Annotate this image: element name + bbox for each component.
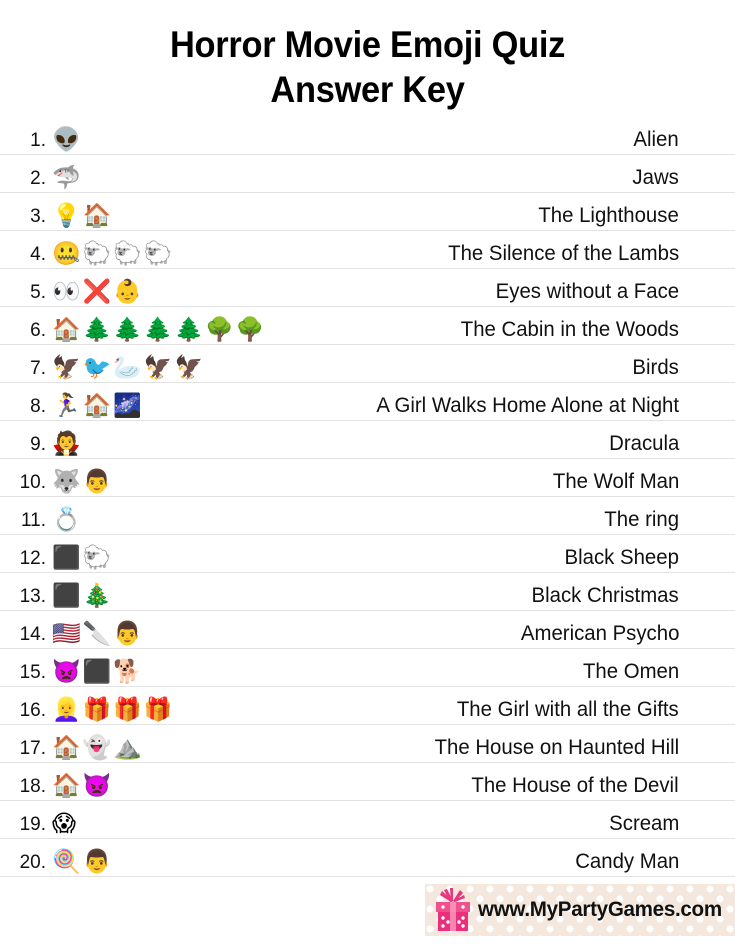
row-emoji-clue: 💡🏠 (52, 203, 114, 229)
row-emoji-clue: 🐺👨 (52, 469, 114, 495)
row-answer-text: Black Sheep (564, 546, 679, 569)
row-emoji-clue: 🦅🐦🦢🦅🦅 (52, 355, 206, 381)
row-answer-text: Jaws (632, 166, 679, 189)
row-emoji-clue: 👀❌👶 (52, 279, 144, 305)
row-answer-text: The ring (604, 508, 679, 531)
answer-row: 14. 🇺🇸🔪👨 American Psycho (0, 611, 735, 649)
row-number: 6. (30, 320, 46, 341)
row-number: 3. (30, 206, 46, 227)
gift-box-icon (430, 887, 476, 933)
answer-row: 12. ⬛🐑 Black Sheep (0, 535, 735, 573)
row-number: 8. (30, 396, 46, 417)
answer-key-list: 1. 👽 Alien 2. 🦈 Jaws 3. 💡🏠 The Lighthous… (0, 117, 735, 877)
row-answer-text: The Lighthouse (538, 204, 679, 227)
row-number: 19. (19, 814, 46, 835)
page-title: Horror Movie Emoji Quiz Answer Key (0, 0, 735, 112)
row-answer-text: The Silence of the Lambs (448, 242, 679, 265)
row-number: 11. (20, 510, 46, 531)
row-answer-text: The House on Haunted Hill (434, 736, 679, 759)
row-emoji-clue: 👱‍♀️🎁🎁🎁 (52, 697, 175, 723)
answer-row: 19. 😱 Scream (0, 801, 735, 839)
row-answer-text: A Girl Walks Home Alone at Night (376, 394, 679, 417)
row-number: 12. (19, 548, 46, 569)
page-title-line-1: Horror Movie Emoji Quiz (169, 24, 566, 65)
row-answer-text: Dracula (608, 432, 679, 455)
row-emoji-clue: 🏠🌲🌲🌲🌲🌳🌳 (52, 317, 267, 343)
answer-row: 3. 💡🏠 The Lighthouse (0, 193, 735, 231)
site-url-text[interactable]: www.MyPartyGames.com (478, 898, 722, 922)
row-emoji-clue: 🦈 (52, 165, 83, 191)
row-number: 20. (19, 852, 46, 873)
row-number: 13. (19, 586, 46, 607)
row-answer-text: The Cabin in the Woods (460, 318, 679, 341)
answer-row: 4. 🤐🐑🐑🐑 The Silence of the Lambs (0, 231, 735, 269)
answer-row: 13. ⬛🎄 Black Christmas (0, 573, 735, 611)
row-emoji-clue: 👽 (52, 127, 83, 153)
row-emoji-clue: 💍 (52, 507, 83, 533)
row-number: 4. (30, 244, 46, 265)
row-answer-text: Eyes without a Face (495, 280, 679, 303)
answer-row: 5. 👀❌👶 Eyes without a Face (0, 269, 735, 307)
row-number: 5. (30, 282, 46, 303)
row-answer-text: The Omen (582, 660, 679, 683)
row-answer-text: Alien (633, 128, 679, 151)
row-number: 10. (19, 472, 46, 493)
row-answer-text: Candy Man (574, 850, 679, 873)
row-number: 17. (19, 738, 46, 759)
row-emoji-clue: ⬛🐑 (52, 545, 114, 571)
answer-row: 8. 🏃‍♀️🏠🌌 A Girl Walks Home Alone at Nig… (0, 383, 735, 421)
row-answer-text: Birds (632, 356, 679, 379)
site-branding-banner[interactable]: www.MyPartyGames.com (425, 884, 735, 936)
row-emoji-clue: 🤐🐑🐑🐑 (52, 241, 175, 267)
row-answer-text: Black Christmas (531, 584, 679, 607)
answer-row: 2. 🦈 Jaws (0, 155, 735, 193)
row-emoji-clue: 🧛 (52, 431, 83, 457)
page-title-line-2: Answer Key (270, 69, 465, 110)
row-answer-text: The Girl with all the Gifts (457, 698, 679, 721)
row-number: 1. (30, 130, 46, 151)
row-number: 15. (19, 662, 46, 683)
row-emoji-clue: 🍭👨 (52, 849, 114, 875)
row-number: 9. (30, 434, 46, 455)
row-emoji-clue: 🏃‍♀️🏠🌌 (52, 393, 144, 419)
answer-row: 15. 👿⬛🐕 The Omen (0, 649, 735, 687)
row-emoji-clue: ⬛🎄 (52, 583, 114, 609)
row-emoji-clue: 👿⬛🐕 (52, 659, 144, 685)
answer-row: 9. 🧛 Dracula (0, 421, 735, 459)
row-number: 14. (19, 624, 46, 645)
row-emoji-clue: 🏠👻⛰️ (52, 735, 144, 761)
answer-row: 18. 🏠👿 The House of the Devil (0, 763, 735, 801)
row-emoji-clue: 🏠👿 (52, 773, 114, 799)
answer-row: 16. 👱‍♀️🎁🎁🎁 The Girl with all the Gifts (0, 687, 735, 725)
answer-row: 17. 🏠👻⛰️ The House on Haunted Hill (0, 725, 735, 763)
row-emoji-clue: 😱 (52, 811, 78, 837)
row-emoji-clue: 🇺🇸🔪👨 (52, 621, 144, 647)
row-answer-text: Scream (608, 812, 679, 835)
row-number: 18. (19, 776, 46, 797)
row-answer-text: The Wolf Man (552, 470, 679, 493)
answer-row: 1. 👽 Alien (0, 117, 735, 155)
answer-row: 10. 🐺👨 The Wolf Man (0, 459, 735, 497)
answer-row: 20. 🍭👨 Candy Man (0, 839, 735, 877)
answer-row: 7. 🦅🐦🦢🦅🦅 Birds (0, 345, 735, 383)
answer-row: 6. 🏠🌲🌲🌲🌲🌳🌳 The Cabin in the Woods (0, 307, 735, 345)
answer-row: 11. 💍 The ring (0, 497, 735, 535)
row-number: 7. (30, 358, 46, 379)
row-answer-text: American Psycho (520, 622, 679, 645)
row-number: 16. (19, 700, 46, 721)
row-answer-text: The House of the Devil (471, 774, 679, 797)
row-number: 2. (30, 168, 46, 189)
